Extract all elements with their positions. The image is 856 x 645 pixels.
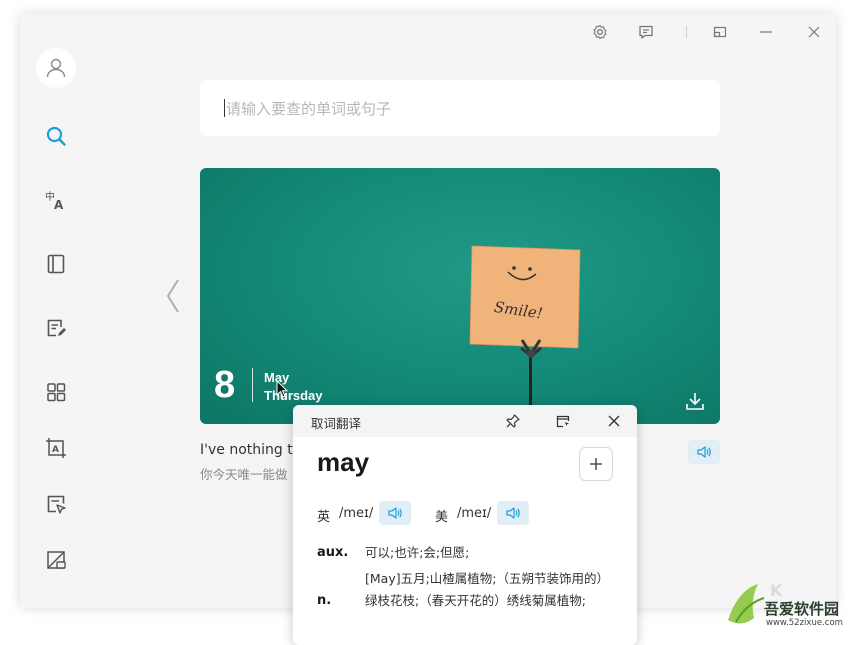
mini-window-button[interactable] (710, 22, 730, 42)
speaker-icon (388, 507, 402, 519)
watermark-text: 吾爱软件园 (764, 600, 840, 618)
translate-icon: 中 A (45, 190, 64, 212)
sticky-note-image: Smile! (469, 245, 581, 349)
definition-pos: n. (317, 593, 332, 608)
pin-button[interactable] (503, 411, 523, 431)
screenshot-icon (47, 551, 66, 569)
sidebar-item-translate[interactable]: 中 A (44, 188, 68, 212)
pin-icon (506, 414, 520, 428)
uk-label: 英 (317, 510, 331, 525)
sidebar-item-screenshot[interactable] (44, 548, 68, 572)
write-icon (47, 319, 66, 337)
search-icon (46, 126, 66, 146)
window-select-icon (556, 415, 570, 428)
sidebar-item-ocr[interactable]: A (44, 436, 68, 460)
titlebar-divider (686, 26, 687, 38)
date-day: 8 (214, 364, 236, 406)
sidebar-item-write[interactable] (44, 316, 68, 340)
date-weekday: Thursday (264, 388, 323, 403)
add-to-wordbook-button[interactable] (579, 447, 613, 481)
definition-text: 可以;也许;会;但愿; (365, 545, 470, 560)
minimize-icon (760, 31, 772, 33)
close-icon (608, 415, 620, 427)
quote-chinese: 你今天唯一能做 (200, 467, 288, 482)
uk-sound-button[interactable] (379, 501, 411, 525)
avatar[interactable] (36, 48, 76, 88)
date-divider (252, 368, 253, 402)
speaker-icon (697, 446, 711, 458)
quote-sound-button[interactable] (688, 440, 720, 464)
ocr-icon: A (46, 438, 66, 458)
plus-icon (590, 458, 602, 470)
us-label: 美 (435, 510, 449, 525)
quote-english: I've nothing to (200, 442, 302, 458)
select-translate-icon (47, 495, 66, 514)
grid-icon (47, 383, 66, 402)
svg-text:A: A (54, 198, 64, 212)
definition-pos: aux. (317, 545, 349, 560)
mini-window-icon (713, 26, 727, 38)
download-icon[interactable] (684, 390, 706, 412)
sidebar-item-apps[interactable] (44, 380, 68, 404)
close-button[interactable] (804, 22, 824, 42)
mouse-cursor-icon (276, 380, 288, 398)
text-caret (224, 99, 225, 117)
popup-header[interactable]: 取词翻译 (293, 405, 637, 437)
sidebar-item-select-translate[interactable] (44, 492, 68, 516)
sidebar-item-search[interactable] (44, 124, 68, 148)
popup-close-button[interactable] (604, 411, 624, 431)
us-phonetic: /meɪ/ (457, 506, 492, 521)
sidebar-item-wordbook[interactable] (44, 252, 68, 276)
definition-text: [May]五月;山楂属植物;（五朔节装饰用的）绿枝花枝;（春天开花的）绣线菊属植… (365, 571, 610, 608)
us-sound-button[interactable] (497, 501, 529, 525)
search-placeholder: 请输入要查的单词或句子 (226, 100, 392, 118)
popup-title: 取词翻译 (311, 416, 362, 431)
uk-phonetic: /meɪ/ (339, 506, 374, 521)
close-icon (808, 26, 820, 38)
speaker-icon (506, 507, 520, 519)
user-icon (46, 58, 66, 78)
open-in-main-button[interactable] (553, 411, 573, 431)
watermark-url: www.52zixue.com (766, 618, 843, 628)
gear-icon (593, 24, 607, 40)
feedback-button[interactable] (636, 22, 656, 42)
feedback-icon (639, 25, 653, 39)
sidebar: 中 A A (20, 14, 92, 608)
chevron-left-icon[interactable] (164, 276, 184, 316)
svg-text:A: A (52, 445, 59, 455)
settings-button[interactable] (590, 22, 610, 42)
word-lookup-popup: 取词翻译 may 英 /meɪ/ 美 /meɪ/ aux. 可以;也许;会;但愿… (293, 405, 637, 645)
search-input[interactable]: 请输入要查的单词或句子 (200, 80, 720, 136)
book-icon (47, 254, 65, 274)
lookup-word: may (317, 447, 370, 477)
minimize-button[interactable] (756, 22, 776, 42)
